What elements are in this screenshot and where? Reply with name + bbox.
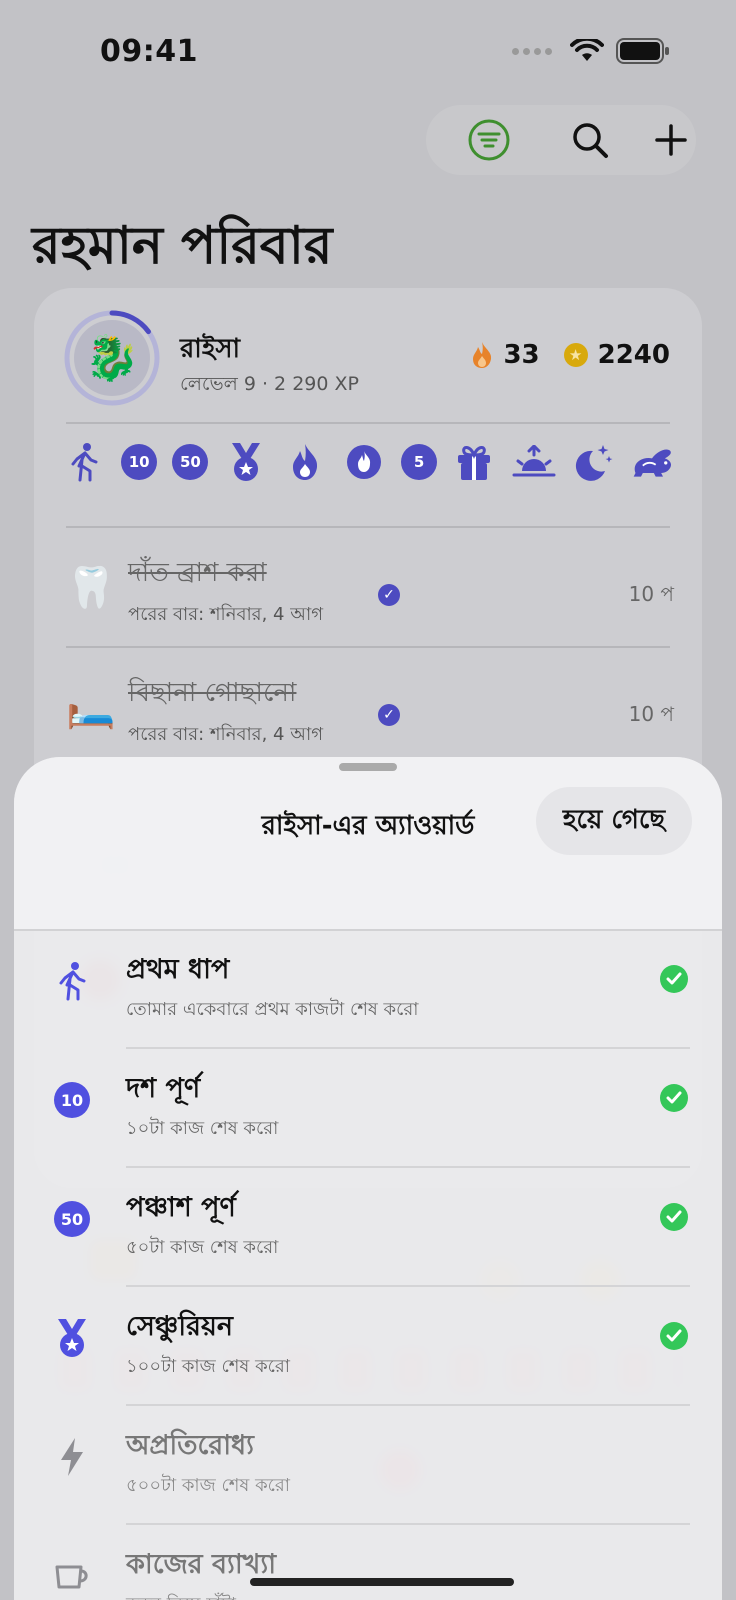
award-row[interactable]: অপ্রতিরোধ্য ৫০০টা কাজ শেষ করো [14,1407,722,1525]
medal-icon [54,1319,90,1357]
chore-title: বিছানা গোছানো [128,678,297,708]
award-title: পঞ্চাশ পূর্ণ [126,1192,236,1223]
toolbar [426,105,696,175]
status-time: 09:41 [100,34,198,69]
bolt-icon [54,1438,90,1476]
number-badge-icon: 50 [54,1201,90,1237]
chore-points: 10 প [628,582,674,606]
flame-icon [473,342,492,368]
checkmark-icon [660,1084,688,1112]
child-level: লেভেল 9 · 2 290 XP [180,373,359,395]
award-subtitle: ৫০০টা কাজ শেষ করো [126,1475,291,1496]
filter-button[interactable] [466,117,512,163]
checkmark-icon: ✓ [378,704,400,726]
chore-title: দাঁত ব্রাশ করা [128,558,267,588]
divider [126,1404,690,1406]
awards-sheet: রাইসা-এর অ্যাওয়ার্ড হয়ে গেছে প্রথম ধাপ… [14,757,722,1600]
badge-50: 50 [172,444,209,480]
home-indicator [250,1578,514,1586]
avatar: 🐉 [74,320,150,396]
gift-icon [452,440,496,484]
divider [126,1285,690,1287]
award-subtitle: ১০০টা কাজ শেষ করো [126,1356,291,1377]
badge-row[interactable]: 10 50 5 [62,440,674,484]
status-bar: 09:41 [0,0,736,100]
award-title: সেঞ্চুরিয়ন [126,1311,233,1342]
divider [126,1047,690,1049]
award-row[interactable]: কাজের ব্যাখ্যা কুকুর নিয়ে হাঁটা [14,1526,722,1600]
sunrise-icon [512,440,556,484]
bed-icon: 🛏️ [66,685,116,731]
sheet-header: রাইসা-এর অ্যাওয়ার্ড হয়ে গেছে [14,757,722,931]
hare-icon [630,440,674,484]
sheet-grabber[interactable] [339,763,397,771]
chore-row[interactable]: 🛏️ বিছানা গোছানো পরের বার: শনিবার, 4 আগ … [62,650,674,760]
walker-icon [54,962,90,1001]
status-icons [512,38,670,64]
award-subtitle: কুকুর নিয়ে হাঁটা [126,1590,236,1600]
wifi-icon [570,39,604,61]
add-button[interactable] [648,117,694,163]
award-row[interactable]: প্রথম ধাপ তোমার একেবারে প্রথম কাজটা শেষ … [14,931,722,1049]
badge-10: 10 [121,444,158,480]
award-subtitle: ১০টা কাজ শেষ করো [126,1118,279,1139]
checkmark-icon [660,1203,688,1231]
tooth-icon: 🦷 [66,565,116,611]
divider [66,422,670,424]
plus-icon [655,124,687,156]
signal-dots-icon [512,47,552,55]
child-name: রাইসা [180,334,241,364]
award-title: অপ্রতিরোধ্য [126,1430,255,1461]
award-row[interactable]: সেঞ্চুরিয়ন ১০০টা কাজ শেষ করো [14,1288,722,1406]
flame-icon [283,440,327,484]
streak-count: 33 [503,340,540,370]
divider [126,1523,690,1525]
coin-count: 2240 [597,340,670,370]
award-row[interactable]: 10 দশ পূর্ণ ১০টা কাজ শেষ করো [14,1050,722,1168]
medal-icon [224,440,268,484]
award-subtitle: ৫০টা কাজ শেষ করো [126,1237,279,1258]
coin-icon: ★ [563,343,588,367]
number-badge-icon: 10 [54,1082,90,1118]
checkmark-icon [660,1322,688,1350]
battery-icon [616,38,669,64]
flame-circle-icon [342,440,386,484]
divider [126,1166,690,1168]
badge-5: 5 [401,444,438,480]
badge-50: 50 [54,1201,90,1237]
divider [66,526,670,528]
divider [66,646,670,648]
chore-row[interactable]: 🦷 দাঁত ব্রাশ করা পরের বার: শনিবার, 4 আগ … [62,530,674,640]
done-button[interactable]: হয়ে গেছে [536,787,692,855]
award-title: দশ পূর্ণ [126,1073,201,1104]
family-title: রহমান পরিবার [32,216,333,276]
cup-icon [54,1558,90,1594]
walker-icon [62,440,106,484]
chore-next: পরের বার: শনিবার, 4 আগ [128,604,323,625]
checkmark-icon: ✓ [378,584,400,606]
checkmark-icon [660,965,688,993]
award-row[interactable]: 50 পঞ্চাশ পূর্ণ ৫০টা কাজ শেষ করো [14,1169,722,1287]
search-button[interactable] [567,117,613,163]
moon-stars-icon [571,440,615,484]
award-title: প্রথম ধাপ [126,954,230,985]
child-stats: 33 ★ 2240 [471,340,670,370]
badge-10: 10 [54,1082,90,1118]
chore-next: পরের বার: শনিবার, 4 আগ [128,724,323,745]
search-icon [573,123,608,158]
filter-icon [468,119,510,161]
award-subtitle: তোমার একেবারে প্রথম কাজটা শেষ করো [126,999,419,1020]
chore-points: 10 প [628,702,674,726]
